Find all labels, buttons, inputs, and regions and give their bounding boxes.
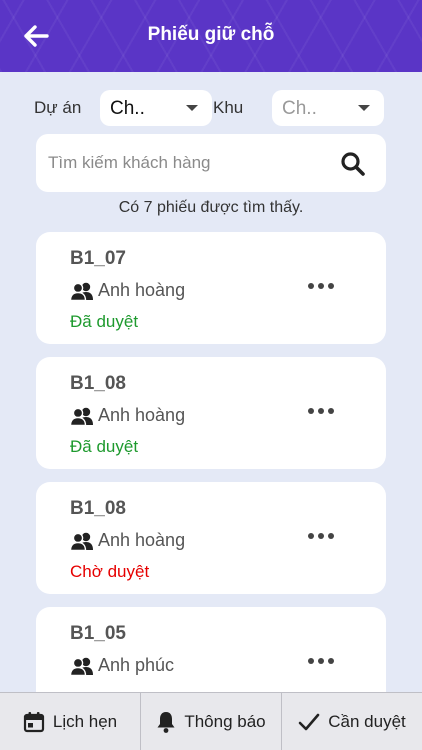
more-options-icon[interactable]	[308, 401, 334, 421]
search-box	[36, 134, 386, 192]
project-select-value: Ch..	[110, 98, 145, 119]
area-label: Khu	[213, 98, 244, 117]
tab-appointments[interactable]: Lịch hẹn	[0, 693, 141, 750]
customer-name: Anh hoàng	[98, 405, 186, 425]
search-icon[interactable]	[340, 151, 366, 182]
reservation-code: B1_05	[70, 623, 126, 644]
customer-name: Anh hoàng	[98, 530, 186, 550]
tab-label: Thông báo	[184, 711, 266, 731]
page-title: Phiếu giữ chỗ	[147, 24, 275, 45]
tab-pending-approval[interactable]: Cần duyệt	[282, 693, 422, 750]
customer-row: Anh hoàng	[70, 280, 185, 301]
project-label: Dự án	[34, 98, 82, 117]
area-select-value: Ch..	[282, 98, 317, 119]
customer-row: Anh phúc	[70, 655, 174, 676]
list-item[interactable]: B1_08 Anh hoàng Chờ duyệt	[36, 482, 386, 594]
search-input[interactable]	[48, 148, 328, 178]
chevron-down-icon	[358, 105, 370, 111]
result-count: Có 7 phiếu được tìm thấy.	[118, 199, 304, 216]
bottom-tab-bar: Lịch hẹn Thông báo Cần duyệt	[0, 692, 422, 750]
status-badge: Chờ duyệt	[70, 562, 150, 581]
list-item[interactable]: B1_07 Anh hoàng Đã duyệt	[36, 232, 386, 344]
users-icon	[70, 657, 93, 676]
customer-row: Anh hoàng	[70, 530, 185, 551]
users-icon	[70, 532, 93, 551]
customer-row: Anh hoàng	[70, 405, 185, 426]
tab-label: Cần duyệt	[328, 711, 406, 731]
tab-notifications[interactable]: Thông báo	[141, 693, 282, 750]
filter-row: Dự án Ch.. Khu Ch..	[0, 88, 422, 128]
status-badge: Đã duyệt	[70, 312, 139, 331]
reservation-code: B1_08	[70, 373, 126, 394]
calendar-icon	[23, 711, 44, 732]
area-select[interactable]: Ch..	[272, 90, 384, 126]
list-item[interactable]: B1_08 Anh hoàng Đã duyệt	[36, 357, 386, 469]
project-select[interactable]: Ch..	[100, 90, 212, 126]
reservation-code: B1_07	[70, 248, 126, 269]
tab-label: Lịch hẹn	[52, 711, 118, 731]
more-options-icon[interactable]	[308, 526, 334, 546]
reservation-code: B1_08	[70, 498, 126, 519]
more-options-icon[interactable]	[308, 276, 334, 296]
status-badge: Đã duyệt	[70, 437, 139, 456]
customer-name: Anh hoàng	[98, 280, 186, 300]
more-options-icon[interactable]	[308, 651, 334, 671]
users-icon	[70, 407, 93, 426]
chevron-down-icon	[186, 105, 198, 111]
users-icon	[70, 282, 93, 301]
bell-icon	[157, 711, 175, 733]
customer-name: Anh phúc	[98, 655, 175, 675]
check-icon	[298, 713, 320, 730]
app-header: Phiếu giữ chỗ	[0, 0, 422, 72]
